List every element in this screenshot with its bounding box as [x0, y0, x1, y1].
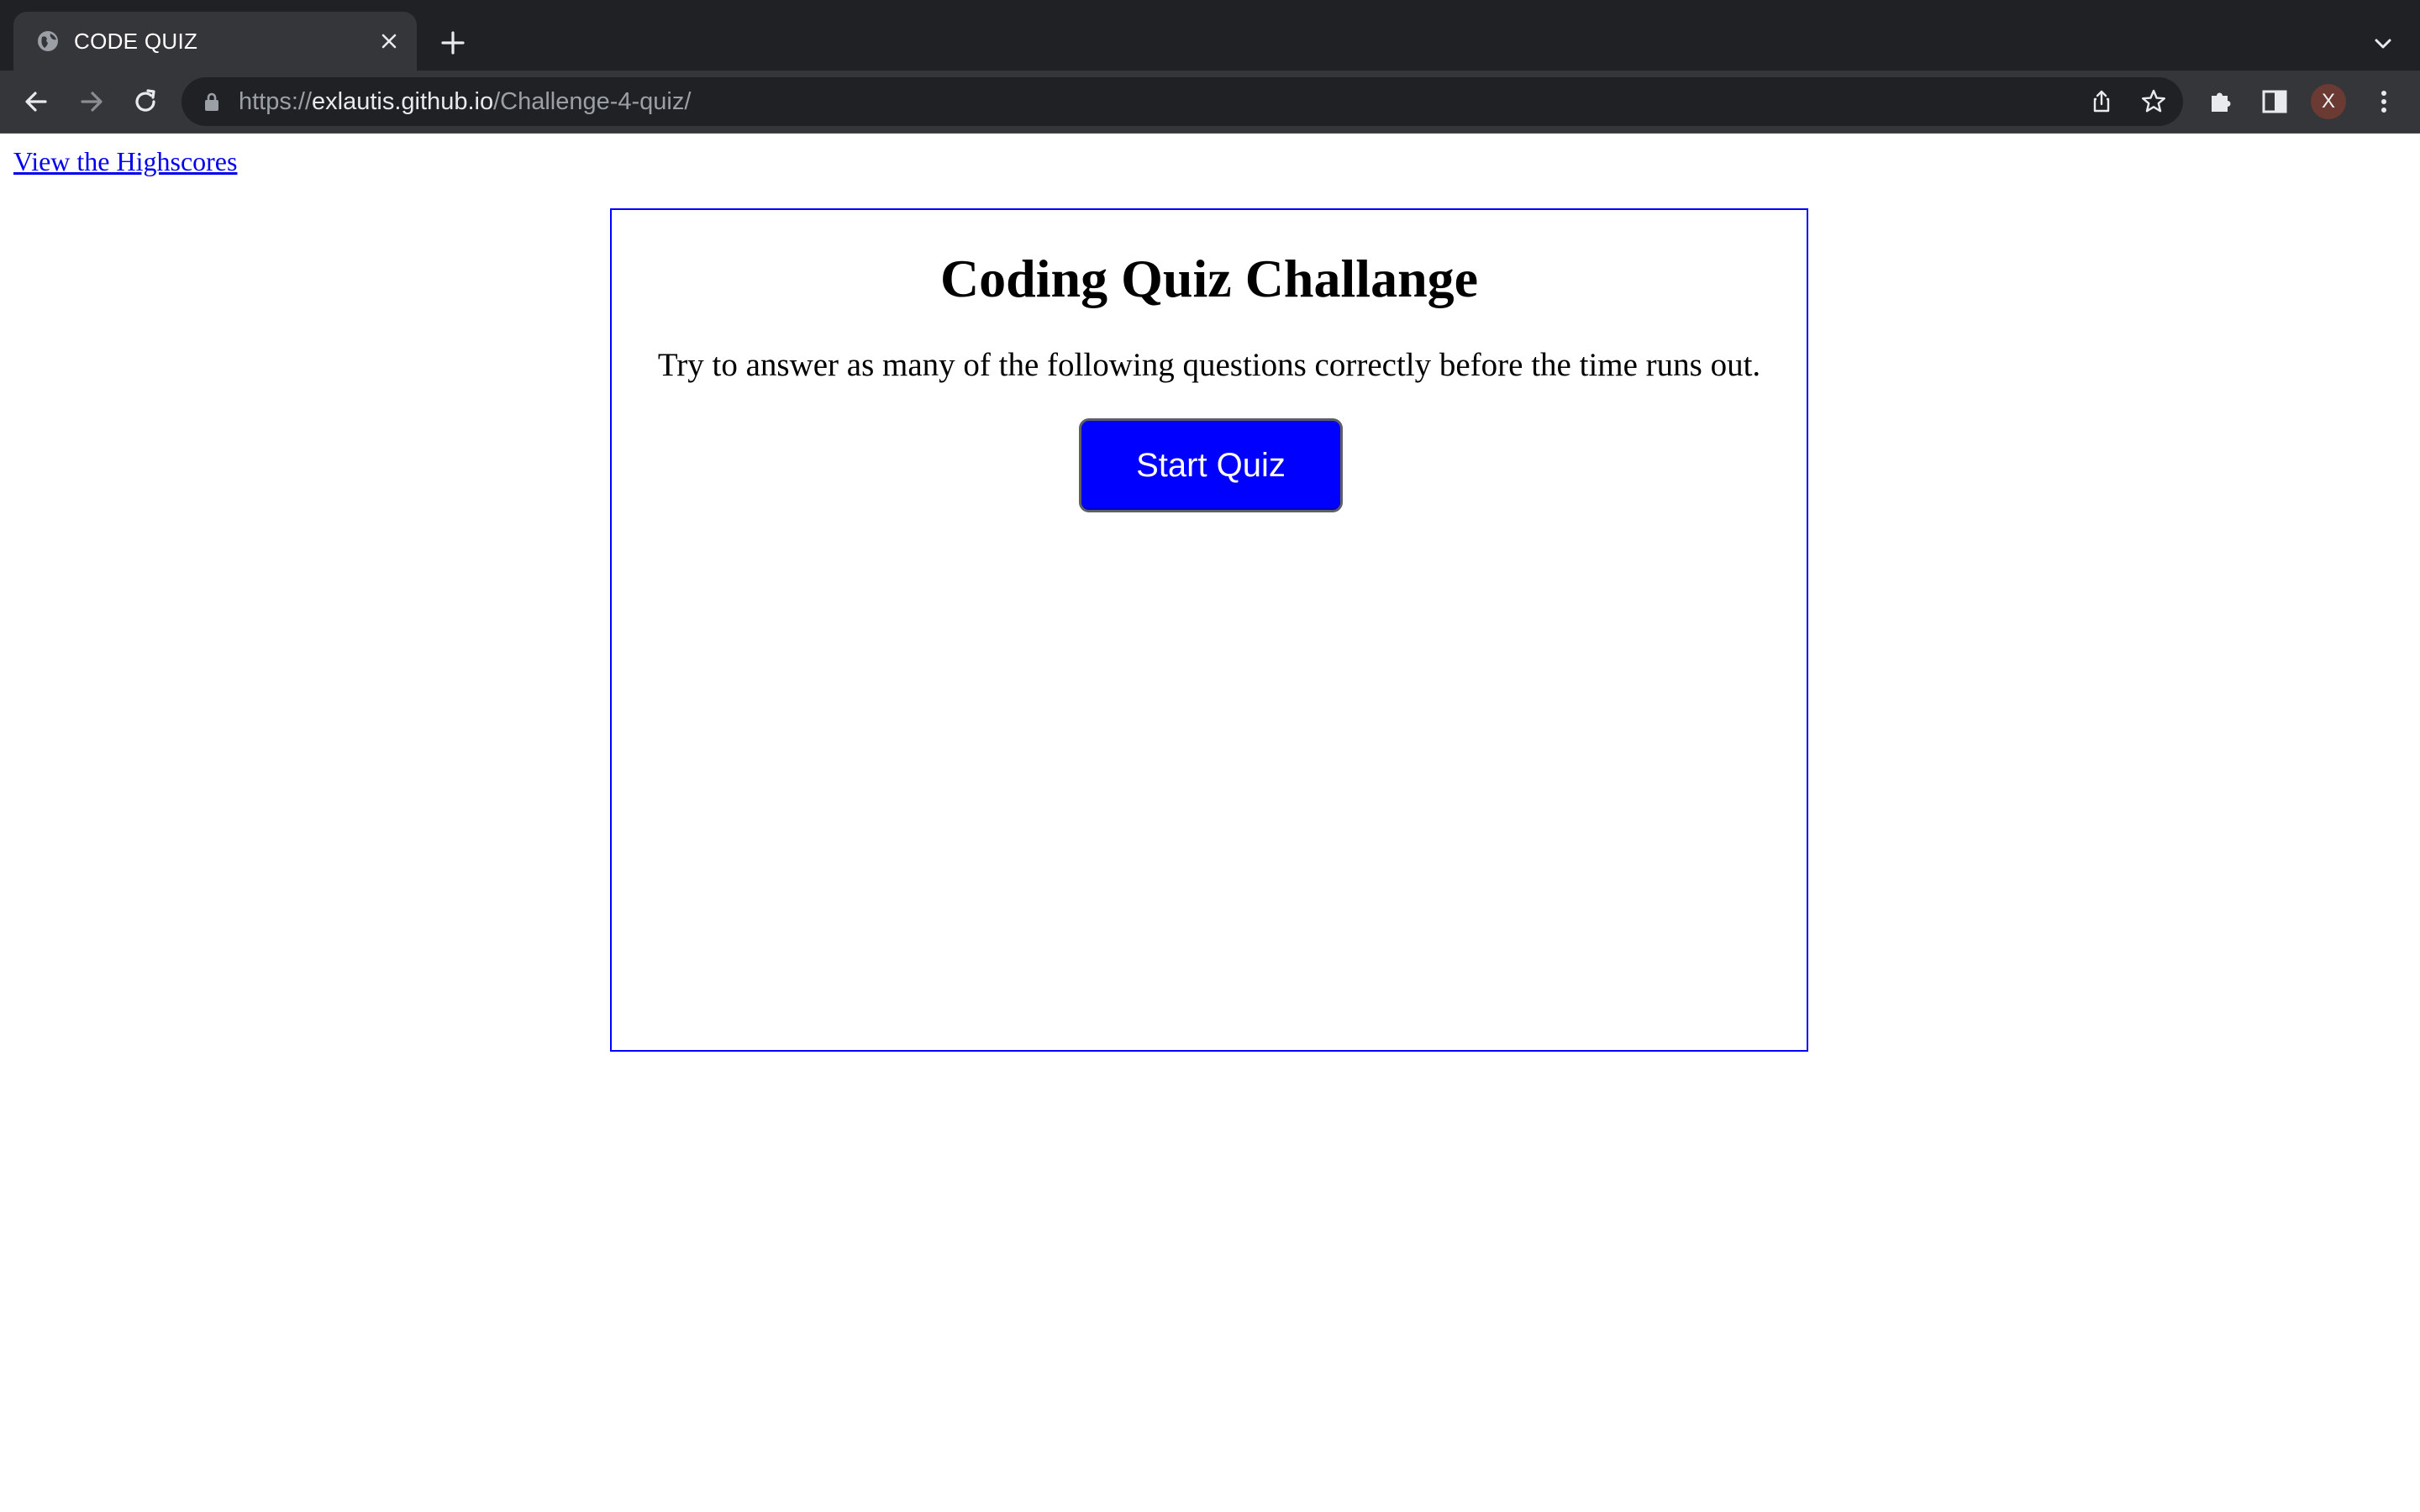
puzzle-icon[interactable] [2205, 86, 2237, 118]
plus-icon[interactable] [439, 29, 467, 57]
url-text[interactable]: https://exlautis.github.io/Challenge-4-q… [239, 87, 691, 117]
address-bar[interactable]: https://exlautis.github.io/Challenge-4-q… [182, 77, 2183, 126]
share-icon[interactable] [2087, 87, 2116, 116]
url-scheme: https:// [239, 88, 313, 115]
page-title: Coding Quiz Challange [939, 249, 1479, 308]
quiz-instructions: Try to answer as many of the following q… [657, 347, 1761, 383]
toolbar-divider [0, 133, 2420, 134]
start-quiz-button[interactable]: Start Quiz [1079, 418, 1343, 512]
view-highscores-link[interactable]: View the Highscores [13, 143, 237, 180]
star-icon[interactable] [2139, 87, 2168, 116]
lock-icon[interactable] [202, 91, 222, 113]
side-panel-icon[interactable] [2259, 86, 2291, 118]
url-path: /Challenge-4-quiz/ [493, 88, 692, 115]
reload-icon[interactable] [129, 86, 161, 118]
tab-title: CODE QUIZ [74, 29, 198, 54]
close-icon[interactable] [378, 30, 400, 52]
globe-icon [38, 31, 58, 51]
browser-tab-active[interactable]: CODE QUIZ [13, 12, 417, 71]
profile-avatar[interactable]: X [2311, 84, 2346, 119]
tab-strip: CODE QUIZ [0, 0, 2420, 71]
url-host: exlautis.github.io [312, 88, 494, 115]
chevron-down-icon[interactable] [2370, 30, 2396, 57]
browser-toolbar: https://exlautis.github.io/Challenge-4-q… [0, 71, 2420, 133]
arrow-right-icon[interactable] [76, 86, 108, 118]
kebab-menu-icon[interactable] [2368, 86, 2400, 118]
arrow-left-icon[interactable] [20, 86, 52, 118]
quiz-container: Coding Quiz Challange Try to answer as m… [610, 208, 1808, 1052]
